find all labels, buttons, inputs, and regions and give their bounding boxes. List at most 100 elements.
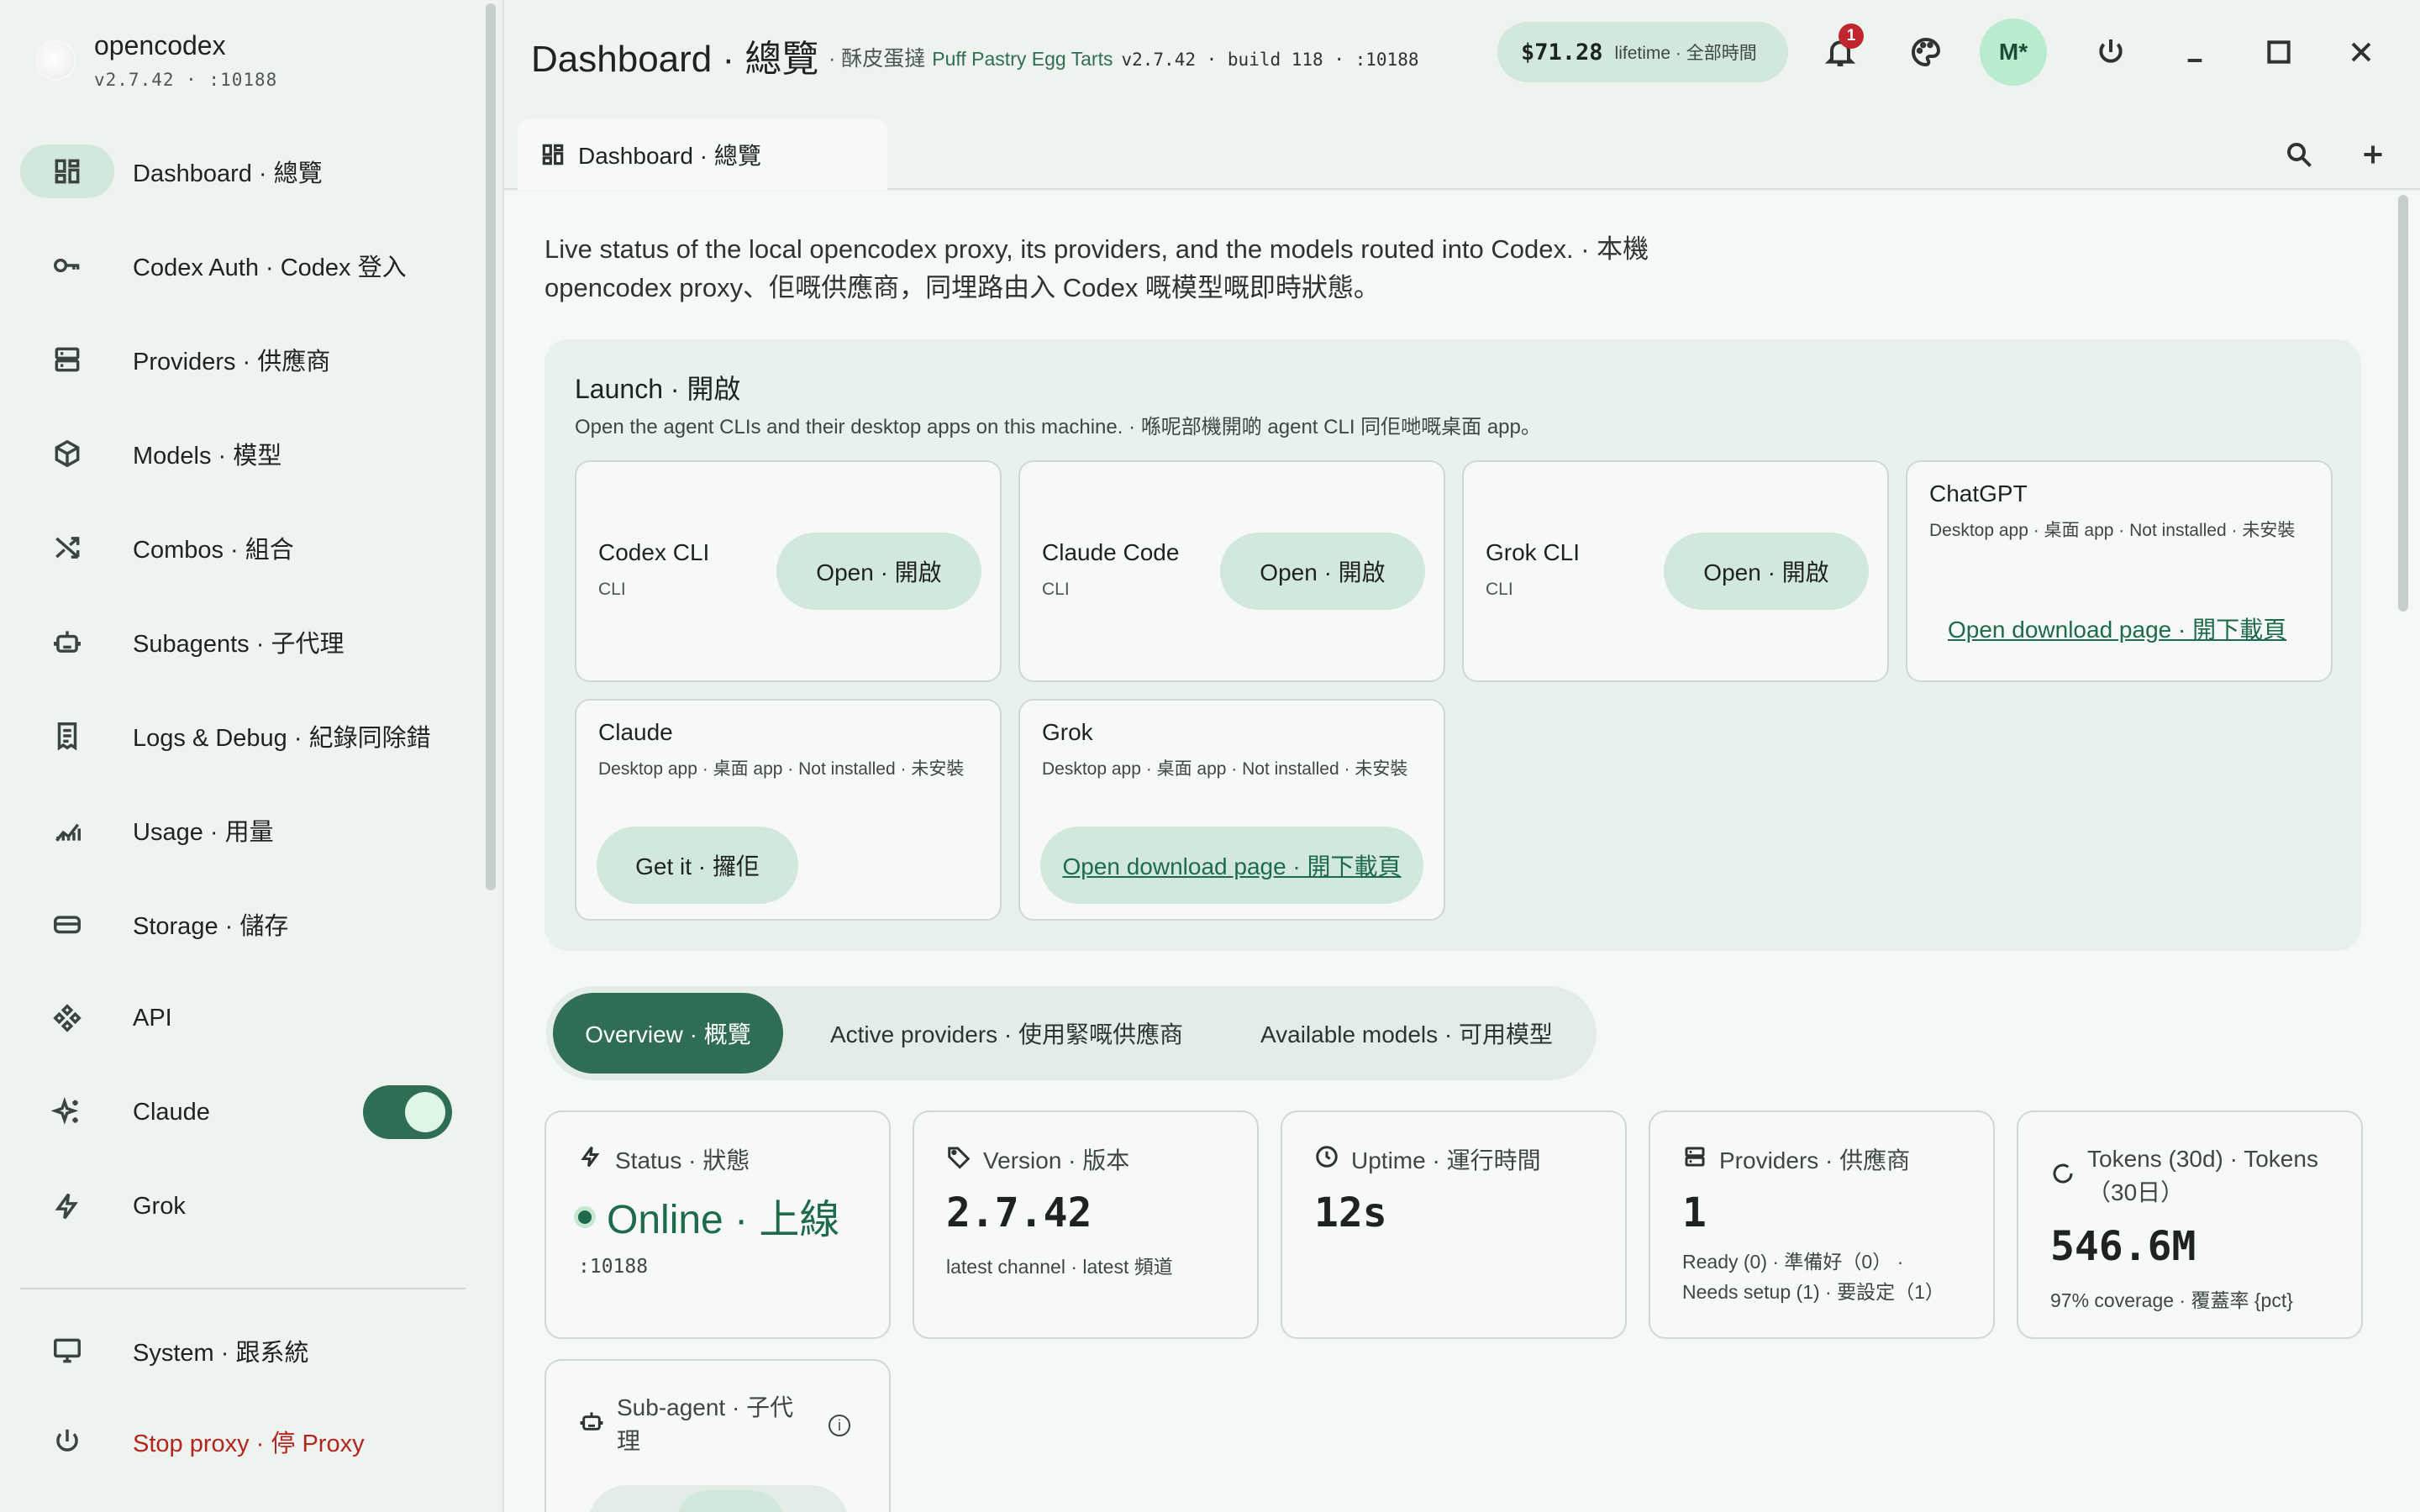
card-description: Desktop app · 桌面 app · Not installed · 未… (598, 759, 965, 779)
new-tab-button[interactable] (2348, 129, 2398, 180)
sidebar-item-label: Grok (133, 1192, 186, 1220)
receipt-icon (20, 709, 114, 763)
stat-footnote: :10188 (578, 1256, 649, 1278)
power-button[interactable] (2077, 18, 2144, 86)
card-name: Grok CLI (1486, 539, 1581, 565)
sidebar-item-label: Combos · 組合 (133, 537, 294, 564)
stat-label: Providers · 供應商 (1719, 1147, 1911, 1173)
status-online: Online · 上線 (607, 1198, 840, 1242)
dashboard-icon (20, 144, 114, 198)
sidebar-item-usage[interactable]: Usage · 用量 (20, 801, 466, 858)
build-info: v2.7.42 · build 118 · :10188 (1121, 50, 1419, 70)
subagent-version-selector: v1 base (588, 1485, 849, 1512)
sidebar-item-claude[interactable]: Claude (20, 1084, 466, 1141)
launch-card-codex-cli: Codex CLI CLI Open · 開啟 (575, 460, 1002, 682)
chart-icon (20, 803, 114, 857)
server-icon (1685, 1147, 1705, 1167)
grok-download-button[interactable]: Open download page · 開下載頁 (1040, 827, 1423, 904)
subtitle-prefix: · 酥皮蛋撻 (829, 47, 926, 71)
sidebar-item-api[interactable]: API (20, 990, 466, 1047)
launch-card-claude-code: Claude Code CLI Open · 開啟 (1018, 460, 1445, 682)
chatgpt-download-link[interactable]: Open download page · 開下載頁 (1948, 612, 2286, 645)
sidebar-item-dashboard[interactable]: Dashboard · 總覽 (20, 143, 466, 200)
app-logo (37, 41, 74, 79)
get-claude-button[interactable]: Get it · 攞佢 (597, 827, 798, 904)
sidebar-item-label: Dashboard · 總覽 (133, 160, 323, 187)
top-bar: Dashboard · 總覽 · 酥皮蛋撻 Puff Pastry Egg Tar… (504, 0, 2420, 104)
sidebar-item-storage[interactable]: Storage · 儲存 (20, 895, 466, 953)
lifetime-spend-chip[interactable]: $71.28 lifetime · 全部時間 (1497, 22, 1788, 82)
subagent-tab-base[interactable]: base (676, 1490, 785, 1512)
maximize-button[interactable] (2245, 18, 2312, 86)
intro-text: Live status of the local opencodex proxy… (544, 234, 1649, 302)
subagent-tab-v1[interactable]: v1 (608, 1509, 631, 1512)
sidebar-item-combos[interactable]: Combos · 組合 (20, 519, 466, 576)
info-icon[interactable]: i (829, 1415, 850, 1436)
card-name: Codex CLI (598, 539, 710, 565)
stop-proxy-button[interactable]: Stop proxy · 停 Proxy (20, 1415, 466, 1468)
stat-label: Version · 版本 (983, 1147, 1130, 1173)
content-scrollbar[interactable] (2398, 195, 2408, 612)
stat-header: Version · 版本 (946, 1142, 1129, 1176)
sidebar-item-subagents[interactable]: Subagents · 子代理 (20, 613, 466, 670)
stop-proxy-label: Stop proxy · 停 Proxy (133, 1431, 365, 1457)
sidebar-item-label: Codex Auth · Codex 登入 (133, 255, 407, 281)
brand: opencodex v2.7.42 · :10188 (37, 30, 277, 90)
close-button[interactable] (2328, 18, 2395, 86)
sidebar-item-codex-auth[interactable]: Codex Auth · Codex 登入 (20, 237, 466, 294)
main-content: Live status of the local opencodex proxy… (504, 192, 2420, 1512)
sidebar-item-system[interactable]: System · 跟系統 (20, 1324, 466, 1378)
stat-card-status: Status · 狀態 Online · 上線 :10188 (544, 1110, 891, 1339)
claude-toggle[interactable] (363, 1085, 452, 1139)
subagent-label: Sub-agent · 子代理 (617, 1394, 794, 1454)
minimize-icon (2187, 59, 2202, 62)
sidebar-item-logs[interactable]: Logs & Debug · 紀錄同除錯 (20, 707, 466, 764)
theme-button[interactable] (1892, 18, 1960, 86)
open-claude-code-button[interactable]: Open · 開啟 (1220, 533, 1425, 610)
stat-card-version: Version · 版本 2.7.42 latest channel · lat… (913, 1110, 1259, 1339)
sidebar-item-providers[interactable]: Providers · 供應商 (20, 331, 466, 388)
stat-header: Status · 狀態 (578, 1142, 750, 1176)
server-icon (20, 333, 114, 386)
bolt-icon (20, 1179, 114, 1233)
open-codex-cli-button[interactable]: Open · 開啟 (776, 533, 981, 610)
sparkle-icon (20, 1085, 114, 1139)
stat-card-uptime: Uptime · 運行時間 12s (1281, 1110, 1627, 1339)
close-icon (2351, 42, 2371, 62)
storage-icon (20, 897, 114, 951)
stat-value: 1 (1682, 1189, 1707, 1236)
open-grok-cli-button[interactable]: Open · 開啟 (1664, 533, 1869, 610)
sidebar-item-label: Subagents · 子代理 (133, 631, 345, 658)
maximize-icon (2267, 40, 2291, 64)
page-title: Dashboard · 總覽 (531, 39, 819, 80)
system-label: System · 跟系統 (133, 1340, 309, 1367)
providers-ready: Ready (0) · 準備好（0） · (1682, 1251, 1904, 1273)
stat-footnote: latest channel · latest 頻道 (946, 1256, 1173, 1278)
stat-label: Tokens (30d) · Tokens（30日） (2087, 1146, 2318, 1205)
tab-active-providers[interactable]: Active providers · 使用緊嘅供應商 (797, 993, 1217, 1074)
tab-available-models[interactable]: Available models · 可用模型 (1228, 993, 1585, 1074)
subtitle-english: Puff Pastry Egg Tarts (932, 48, 1113, 70)
stat-label: Status · 狀態 (615, 1147, 750, 1173)
providers-needs-setup: Needs setup (1) · 要設定（1） (1682, 1281, 1944, 1303)
search-button[interactable] (2274, 129, 2324, 180)
sidebar-item-grok[interactable]: Grok (20, 1178, 466, 1235)
avatar[interactable]: M* (1980, 18, 2047, 86)
sidebar-scrollbar[interactable] (486, 3, 496, 890)
card-kind: CLI (1486, 580, 1513, 599)
sidebar: opencodex v2.7.42 · :10188 Dashboard · 總… (0, 0, 504, 1512)
launch-panel: Launch · 開啟 Open the agent CLIs and thei… (544, 339, 2361, 951)
tab-overview[interactable]: Overview · 概覽 (553, 993, 783, 1074)
page-subtitle: · 酥皮蛋撻 Puff Pastry Egg Tarts v2.7.42 · bui… (829, 42, 1419, 72)
loading-icon (2053, 1163, 2073, 1184)
sidebar-item-label: Claude (133, 1098, 210, 1126)
minimize-button[interactable] (2161, 18, 2228, 86)
tab-dashboard[interactable]: Dashboard · 總覽 (518, 119, 887, 190)
stat-card-tokens: Tokens (30d) · Tokens（30日） 546.6M 97% co… (2017, 1110, 2363, 1339)
power-icon (2099, 39, 2123, 63)
palette-icon (1912, 37, 1941, 67)
notifications-button[interactable]: 1 (1807, 18, 1874, 86)
app-version: v2.7.42 · :10188 (94, 70, 278, 90)
sidebar-item-label: API (133, 1004, 172, 1032)
sidebar-item-models[interactable]: Models · 模型 (20, 425, 466, 482)
